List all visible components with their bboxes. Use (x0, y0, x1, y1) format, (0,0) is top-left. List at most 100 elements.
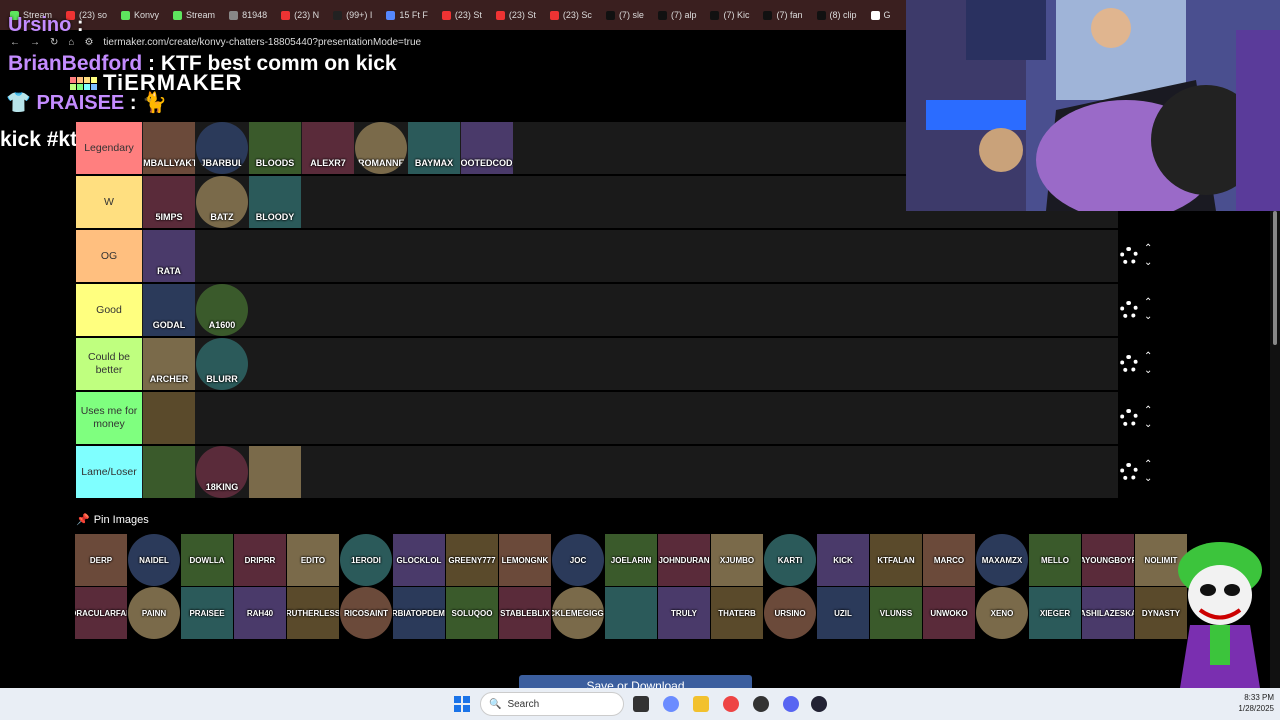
pool-item-image[interactable]: TRULY (658, 587, 710, 639)
tier-item-image[interactable]: 5IMPS (143, 176, 195, 228)
gear-icon[interactable] (1120, 355, 1138, 373)
chevron-down-icon[interactable]: ⌄ (1144, 420, 1152, 430)
tier-label[interactable]: Good (76, 284, 142, 336)
chevron-down-icon[interactable]: ⌄ (1144, 258, 1152, 268)
forward-icon[interactable]: → (30, 37, 40, 48)
pool-item-image[interactable]: RAH40 (234, 587, 286, 639)
browser-tab[interactable]: (7) fan (757, 3, 808, 27)
browser-tab[interactable]: (7) sle (600, 3, 650, 27)
browser-tab[interactable]: (7) alp (652, 3, 703, 27)
browser-tab[interactable]: 15 Ft F (380, 3, 434, 27)
chevron-up-icon[interactable]: ⌃ (1144, 460, 1152, 470)
tier-label[interactable]: OG (76, 230, 142, 282)
pool-item-image[interactable]: XENO (976, 587, 1028, 639)
pool-item-image[interactable]: NBAYOUNGBOYFAN (1082, 534, 1134, 586)
browser-tab[interactable]: (99+) I (327, 3, 378, 27)
tier-item-image[interactable]: IMBALLYAKT (143, 122, 195, 174)
url-text[interactable]: tiermaker.com/create/konvy-chatters-1880… (103, 37, 421, 48)
pool-item-image[interactable]: ORACULARFAN (75, 587, 127, 639)
file-explorer-icon[interactable] (693, 696, 709, 712)
tier-item-image[interactable]: A1600 (196, 284, 248, 336)
chevron-up-icon[interactable]: ⌃ (1144, 244, 1152, 254)
tier-item-image[interactable]: GODAL (143, 284, 195, 336)
pool-item-image[interactable]: DRIPRR (234, 534, 286, 586)
taskbar-search[interactable]: 🔍 Search (480, 692, 624, 716)
browser-tab[interactable]: (23) Sc (544, 3, 598, 27)
tier-item-image[interactable]: BLOODS (249, 122, 301, 174)
tiermaker-logo[interactable]: TiERMAKER (70, 70, 242, 96)
browser-tab[interactable]: (7) Kic (704, 3, 755, 27)
pool-item-image[interactable]: DOWLLA (181, 534, 233, 586)
tier-item-image[interactable]: BLOODY (249, 176, 301, 228)
pool-item-image[interactable]: 1ERODI (340, 534, 392, 586)
pool-item-image[interactable]: UZIL (817, 587, 869, 639)
browser-tab[interactable]: (23) N (275, 3, 325, 27)
tier-item-image[interactable]: ALEXR7 (302, 122, 354, 174)
address-bar[interactable]: ← → ↻ ⌂ ⚙ tiermaker.com/create/konvy-cha… (0, 32, 906, 52)
pool-item-image[interactable]: KARTI (764, 534, 816, 586)
pool-item-image[interactable]: SERBIATOPDEMON (393, 587, 445, 639)
pool-item-image[interactable]: SOLUQOO (446, 587, 498, 639)
tier-item-image[interactable]: 18KING (196, 446, 248, 498)
pool-item-image[interactable]: JOHNDURAN (658, 534, 710, 586)
reload-icon[interactable]: ↻ (50, 37, 58, 48)
home-icon[interactable]: ⌂ (68, 37, 74, 48)
gear-icon[interactable] (1120, 247, 1138, 265)
pool-item-image[interactable]: LEMONGNK (499, 534, 551, 586)
task-view-icon[interactable] (633, 696, 649, 712)
tier-label[interactable]: W (76, 176, 142, 228)
back-icon[interactable]: ← (10, 37, 20, 48)
browser-tab[interactable]: G (865, 3, 897, 27)
pool-item-image[interactable]: EDITO (287, 534, 339, 586)
gear-icon[interactable] (1120, 409, 1138, 427)
chevron-down-icon[interactable]: ⌄ (1144, 366, 1152, 376)
pool-item-image[interactable]: SASHILAZESKAY (1082, 587, 1134, 639)
tier-item-image[interactable]: BATZ (196, 176, 248, 228)
gear-icon[interactable] (1120, 463, 1138, 481)
page-scrollbar[interactable] (1270, 211, 1280, 688)
tier-label[interactable]: Uses me for money (76, 392, 142, 444)
obs-icon[interactable] (753, 696, 769, 712)
chevron-down-icon[interactable]: ⌄ (1144, 312, 1152, 322)
tier-item-image[interactable]: BAYMAX (408, 122, 460, 174)
pool-item-image[interactable]: TICKLEMEGIGGLE (552, 587, 604, 639)
gear-icon[interactable] (1120, 301, 1138, 319)
pool-item-image[interactable]: JOELARIN (605, 534, 657, 586)
pool-item-image[interactable]: RICOSAINT (340, 587, 392, 639)
tier-item-image[interactable]: JBARBUL (196, 122, 248, 174)
browser-tab[interactable]: (8) clip (811, 3, 863, 27)
pool-item-image[interactable]: MELLO (1029, 534, 1081, 586)
discord-icon[interactable] (783, 696, 799, 712)
copilot-icon[interactable] (663, 696, 679, 712)
pool-item-image[interactable]: XJUMBO (711, 534, 763, 586)
pool-item-image[interactable]: MARCO (923, 534, 975, 586)
tier-label[interactable]: Legendary (76, 122, 142, 174)
pool-item-image[interactable]: URSINO (764, 587, 816, 639)
browser-tab[interactable]: 81948 (223, 3, 273, 27)
tier-item-image[interactable]: LOOTEDCODA (461, 122, 513, 174)
tier-item-image[interactable]: RATA (143, 230, 195, 282)
pool-item-image[interactable]: VLUNSS (870, 587, 922, 639)
pool-item-image[interactable]: STABLEBLIX (499, 587, 551, 639)
pool-item-image[interactable]: PRAISEE (181, 587, 233, 639)
pool-item-image[interactable]: THATERB (711, 587, 763, 639)
chevron-up-icon[interactable]: ⌃ (1144, 298, 1152, 308)
site-info-icon[interactable]: ⚙ (84, 37, 93, 48)
pool-item-image[interactable]: NAIDEL (128, 534, 180, 586)
chrome-icon[interactable] (723, 696, 739, 712)
system-tray[interactable]: 8:33 PM 1/28/2025 (1238, 692, 1274, 714)
pool-item-image[interactable]: GREENY777 (446, 534, 498, 586)
browser-tab[interactable]: (23) St (490, 3, 542, 27)
pool-item-image[interactable]: XIEGER (1029, 587, 1081, 639)
pool-item-image[interactable]: UNWOKO (923, 587, 975, 639)
chevron-up-icon[interactable]: ⌃ (1144, 352, 1152, 362)
scrollbar-thumb[interactable] (1273, 211, 1277, 345)
browser-tab[interactable]: Konvy (115, 3, 165, 27)
pool-item-image[interactable] (605, 587, 657, 639)
pool-item-image[interactable]: DERP (75, 534, 127, 586)
browser-tab[interactable]: (23) St (436, 3, 488, 27)
pool-item-image[interactable]: KTFALAN (870, 534, 922, 586)
tier-label[interactable]: Lame/Loser (76, 446, 142, 498)
browser-tab[interactable]: Stream (167, 3, 221, 27)
chevron-down-icon[interactable]: ⌄ (1144, 474, 1152, 484)
